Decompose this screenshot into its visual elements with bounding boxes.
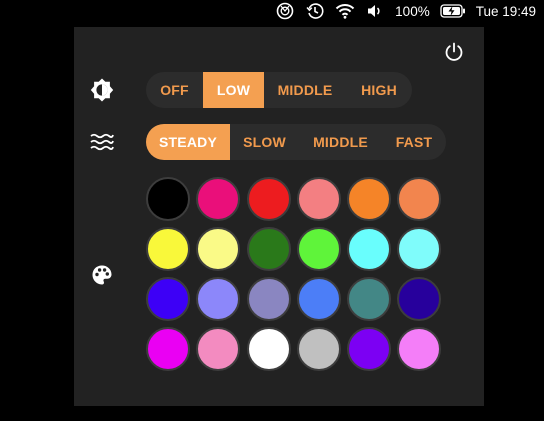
- power-icon: [445, 42, 463, 61]
- brightness-option-off[interactable]: OFF: [146, 72, 203, 108]
- waves-icon: [89, 130, 115, 154]
- speed-option-middle[interactable]: MIDDLE: [299, 124, 382, 160]
- color-swatch[interactable]: [397, 227, 442, 271]
- color-swatch[interactable]: [196, 277, 241, 321]
- color-swatch[interactable]: [146, 177, 190, 221]
- time-machine-icon[interactable]: [305, 2, 325, 20]
- color-swatch[interactable]: [246, 277, 291, 321]
- color-swatch[interactable]: [196, 177, 241, 221]
- color-swatch[interactable]: [146, 277, 190, 321]
- color-swatch[interactable]: [296, 227, 341, 271]
- speed-option-steady[interactable]: STEADY: [146, 124, 230, 160]
- speed-option-fast[interactable]: FAST: [382, 124, 446, 160]
- speed-option-slow[interactable]: SLOW: [230, 124, 299, 160]
- brightness-selector: OFF LOW MIDDLE HIGH: [146, 72, 412, 108]
- color-swatch[interactable]: [196, 227, 241, 271]
- speed-selector: STEADY SLOW MIDDLE FAST: [146, 124, 446, 160]
- color-swatch[interactable]: [246, 327, 291, 371]
- color-swatch[interactable]: [347, 227, 392, 271]
- dnd-icon[interactable]: [275, 2, 295, 20]
- brightness-option-high[interactable]: HIGH: [346, 72, 412, 108]
- color-swatch[interactable]: [296, 177, 341, 221]
- palette-icon: [89, 263, 115, 287]
- battery-percent: 100%: [395, 3, 430, 19]
- wifi-icon[interactable]: [335, 2, 355, 20]
- battery-charging-icon[interactable]: [440, 2, 466, 20]
- color-swatch[interactable]: [246, 177, 291, 221]
- color-swatch[interactable]: [347, 177, 392, 221]
- color-swatch[interactable]: [347, 327, 392, 371]
- color-swatch[interactable]: [397, 277, 442, 321]
- brightness-option-low[interactable]: LOW: [203, 72, 264, 108]
- color-swatch[interactable]: [347, 277, 392, 321]
- color-swatch[interactable]: [146, 227, 190, 271]
- brightness-option-middle[interactable]: MIDDLE: [264, 72, 346, 108]
- color-swatch[interactable]: [146, 327, 190, 371]
- menu-bar: 100% Tue 19:49: [0, 0, 544, 22]
- color-swatch[interactable]: [397, 327, 442, 371]
- color-swatch[interactable]: [296, 277, 341, 321]
- color-swatch[interactable]: [246, 227, 291, 271]
- volume-icon[interactable]: [365, 2, 385, 20]
- brightness-icon: [89, 78, 115, 102]
- color-swatch[interactable]: [196, 327, 241, 371]
- color-swatch[interactable]: [397, 177, 442, 221]
- color-swatch[interactable]: [296, 327, 341, 371]
- color-swatch-grid: [146, 177, 442, 371]
- power-button[interactable]: [443, 41, 465, 63]
- clock[interactable]: Tue 19:49: [476, 4, 536, 19]
